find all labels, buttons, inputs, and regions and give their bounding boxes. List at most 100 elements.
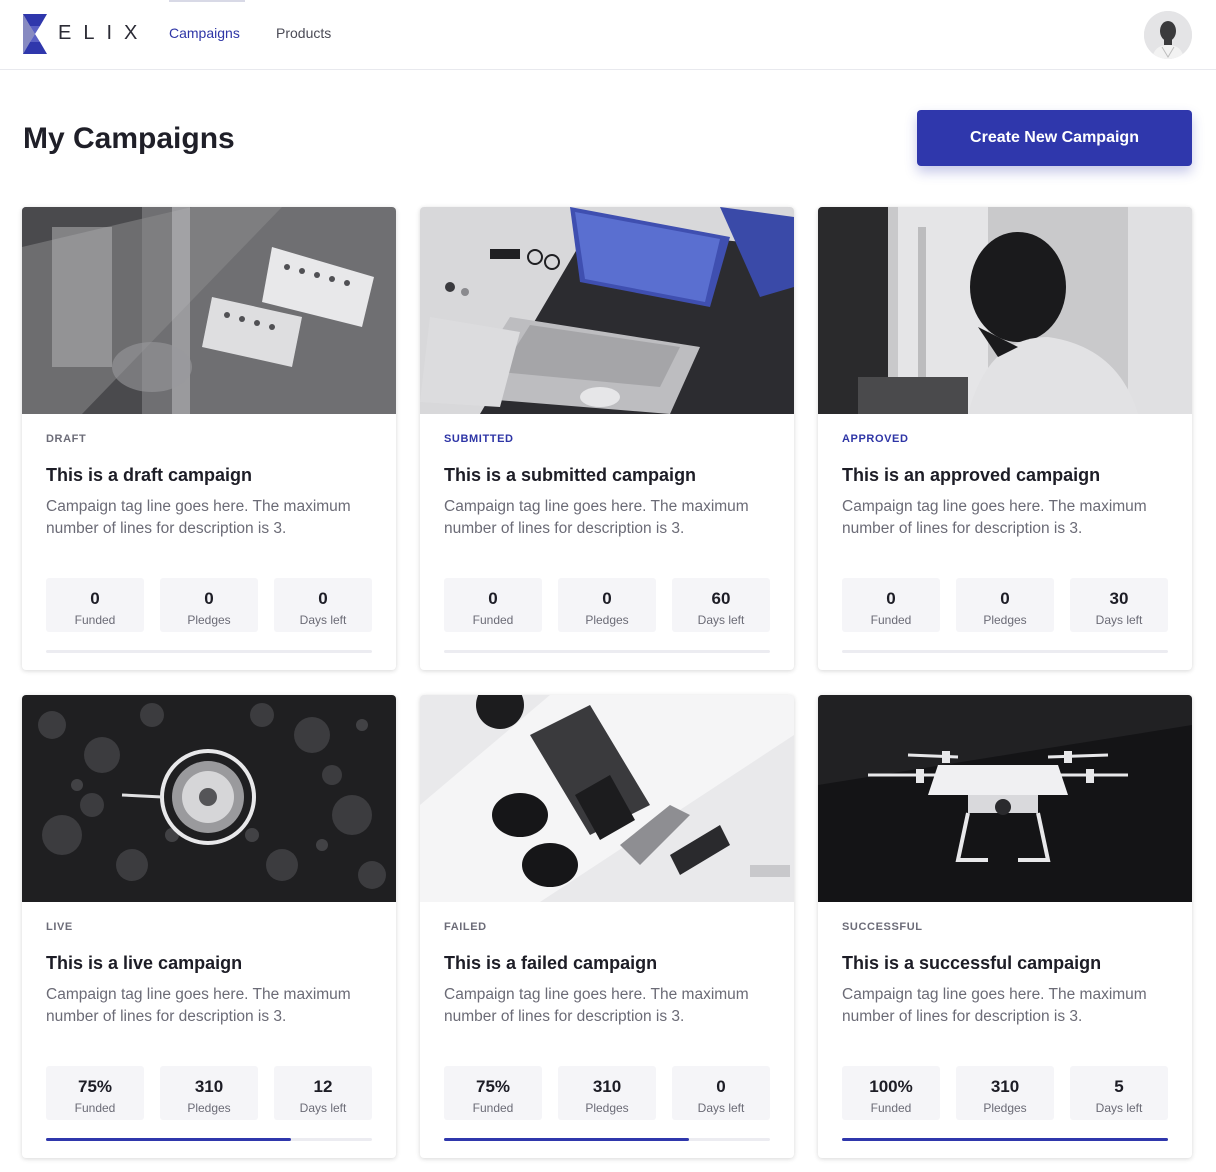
campaign-card-draft[interactable]: DRAFT This is a draft campaign Campaign … [22, 207, 396, 670]
campaign-card-submitted[interactable]: SUBMITTED This is a submitted campaign C… [420, 207, 794, 670]
stat-value: 0 [318, 589, 328, 608]
aerial-tower-image [22, 695, 396, 902]
top-nav-bar: ELIX Campaigns Products [0, 0, 1216, 70]
stat-label: Pledges [983, 1101, 1027, 1115]
stat-label: Days left [697, 1101, 745, 1115]
stat-pledges: 310 Pledges [956, 1066, 1054, 1120]
create-campaign-button[interactable]: Create New Campaign [917, 110, 1192, 166]
stat-label: Funded [870, 1101, 912, 1115]
campaign-description: Campaign tag line goes here. The maximum… [842, 498, 1147, 537]
stat-pledges: 0 Pledges [956, 578, 1054, 632]
campaign-card-successful[interactable]: SUCCESSFUL This is a successful campaign… [818, 695, 1192, 1158]
stat-label: Pledges [983, 613, 1027, 627]
stat-funded: 0 Funded [842, 578, 940, 632]
stat-value: 0 [716, 1077, 726, 1096]
campaign-title[interactable]: This is a successful campaign [842, 953, 1101, 974]
stat-value: 310 [194, 1077, 224, 1096]
campaign-title[interactable]: This is an approved campaign [842, 465, 1100, 486]
stat-funded: 75% Funded [46, 1066, 144, 1120]
stat-label: Days left [299, 1101, 347, 1115]
campaign-description: Campaign tag line goes here. The maximum… [46, 498, 351, 537]
page-title: My Campaigns [23, 122, 235, 155]
status-label: DRAFT [46, 433, 87, 445]
campaign-description: Campaign tag line goes here. The maximum… [444, 498, 749, 537]
stat-label: Funded [472, 1101, 514, 1115]
progress-fill [842, 1138, 1168, 1141]
stat-label: Pledges [187, 613, 231, 627]
stat-funded: 100% Funded [842, 1066, 940, 1120]
funding-progress-bar [842, 1138, 1168, 1141]
campaign-description: Campaign tag line goes here. The maximum… [842, 986, 1147, 1025]
campaign-card-approved[interactable]: APPROVED This is an approved campaign Ca… [818, 207, 1192, 670]
nav-campaigns[interactable]: Campaigns [169, 25, 240, 41]
stat-value: 310 [592, 1077, 622, 1096]
stat-value: 0 [204, 589, 214, 608]
stat-pledges: 0 Pledges [160, 578, 258, 632]
stat-value: 75% [475, 1077, 511, 1096]
stat-funded: 75% Funded [444, 1066, 542, 1120]
person-window-image [818, 207, 1192, 414]
stat-label: Days left [1095, 613, 1143, 627]
stat-value: 0 [488, 589, 498, 608]
progress-fill [444, 1138, 689, 1141]
stat-label: Funded [74, 1101, 116, 1115]
stat-value: 100% [869, 1077, 913, 1096]
stat-pledges: 310 Pledges [160, 1066, 258, 1120]
stat-funded: 0 Funded [444, 578, 542, 632]
stat-value: 5 [1114, 1077, 1124, 1096]
stat-value: 0 [90, 589, 100, 608]
user-photo-icon [1144, 11, 1192, 59]
stat-value: 12 [313, 1077, 333, 1096]
campaign-title[interactable]: This is a draft campaign [46, 465, 252, 486]
stat-value: 310 [990, 1077, 1020, 1096]
status-label: SUBMITTED [444, 433, 514, 445]
funding-progress-bar [46, 1138, 372, 1141]
status-label: SUCCESSFUL [842, 921, 923, 933]
stat-pledges: 0 Pledges [558, 578, 656, 632]
stat-label: Pledges [585, 613, 629, 627]
stat-value: 60 [711, 589, 731, 608]
drone-image [818, 695, 1192, 902]
stat-label: Funded [472, 613, 514, 627]
funding-progress-bar [842, 650, 1168, 653]
stat-days-left: 0 Days left [274, 578, 372, 632]
status-label: FAILED [444, 921, 487, 933]
funding-progress-bar [444, 1138, 770, 1141]
campaign-title[interactable]: This is a live campaign [46, 953, 242, 974]
stat-label: Days left [1095, 1101, 1143, 1115]
funding-progress-bar [444, 650, 770, 653]
flatlay-gadgets-image [420, 695, 794, 902]
stat-value: 0 [1000, 589, 1010, 608]
elix-logo-icon[interactable] [22, 14, 48, 54]
lab-test-tubes-image [22, 207, 396, 414]
campaign-card-failed[interactable]: FAILED This is a failed campaign Campaig… [420, 695, 794, 1158]
stat-value: 0 [602, 589, 612, 608]
funding-progress-bar [46, 650, 372, 653]
brand-name: ELIX [58, 22, 150, 44]
nav-products[interactable]: Products [276, 25, 331, 41]
campaign-description: Campaign tag line goes here. The maximum… [46, 986, 351, 1025]
stat-days-left: 0 Days left [672, 1066, 770, 1120]
campaign-description: Campaign tag line goes here. The maximum… [444, 986, 749, 1025]
user-avatar[interactable] [1144, 11, 1192, 59]
stat-value: 0 [886, 589, 896, 608]
stat-label: Pledges [585, 1101, 629, 1115]
stat-label: Pledges [187, 1101, 231, 1115]
stat-days-left: 60 Days left [672, 578, 770, 632]
status-label: LIVE [46, 921, 73, 933]
stat-days-left: 12 Days left [274, 1066, 372, 1120]
stat-label: Days left [697, 613, 745, 627]
stat-label: Days left [299, 613, 347, 627]
laptop-desk-image [420, 207, 794, 414]
stat-pledges: 310 Pledges [558, 1066, 656, 1120]
stat-funded: 0 Funded [46, 578, 144, 632]
stat-value: 75% [77, 1077, 113, 1096]
campaign-title[interactable]: This is a failed campaign [444, 953, 657, 974]
stat-value: 30 [1109, 589, 1129, 608]
campaign-title[interactable]: This is a submitted campaign [444, 465, 696, 486]
status-label: APPROVED [842, 433, 909, 445]
stat-label: Funded [870, 613, 912, 627]
campaign-card-live[interactable]: LIVE This is a live campaign Campaign ta… [22, 695, 396, 1158]
stat-days-left: 5 Days left [1070, 1066, 1168, 1120]
stat-days-left: 30 Days left [1070, 578, 1168, 632]
